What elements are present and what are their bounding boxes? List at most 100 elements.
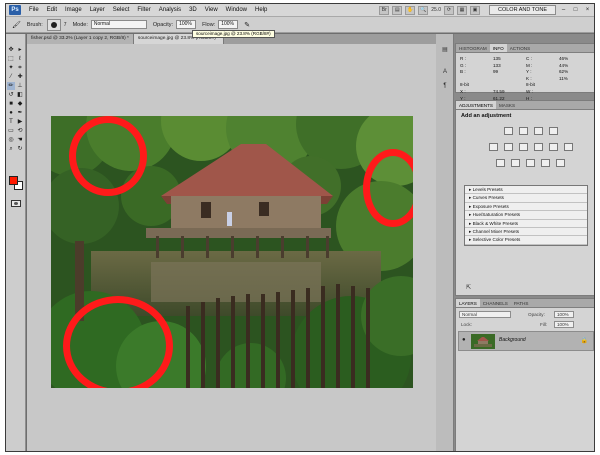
eyedropper-icon[interactable]: ⁄ (7, 73, 15, 81)
marquee-icon[interactable]: ⬚ (7, 55, 15, 63)
preset-item[interactable]: ▸ Channel Mixer Presets (465, 228, 587, 237)
vibrance-icon[interactable] (489, 143, 498, 151)
tab-actions[interactable]: ACTIONS (507, 44, 533, 52)
move-tool-icon[interactable]: ✥ (7, 46, 15, 54)
blend-mode-dropdown[interactable]: Normal (459, 311, 511, 318)
heal-icon[interactable]: ✚ (16, 73, 24, 81)
stamp-icon[interactable]: ⊥ (16, 82, 24, 90)
restore-button[interactable]: □ (571, 6, 580, 15)
layer-opacity-field[interactable]: 100% (554, 311, 574, 318)
path-select-icon[interactable]: ▶ (16, 118, 24, 126)
menu-analysis[interactable]: Analysis (159, 7, 181, 13)
blur-icon[interactable]: ◆ (16, 100, 24, 108)
brush-tool-icon[interactable]: 🖌 (12, 21, 21, 29)
lasso-icon[interactable]: ℓ (16, 55, 24, 63)
curves-icon[interactable] (534, 127, 543, 135)
tab-masks[interactable]: MASKS (496, 101, 518, 109)
tab-info[interactable]: INFO (489, 44, 507, 52)
menu-window[interactable]: Window (226, 7, 247, 13)
tab-fisher-psd[interactable]: fisher.psd @ 33.2% (Layer 1 copy 2, RGB/… (27, 34, 134, 44)
bridge-icon[interactable]: Br (379, 5, 390, 15)
color-balance-icon[interactable] (519, 143, 528, 151)
airbrush-icon[interactable]: ✎ (244, 21, 250, 29)
zoom-level[interactable]: 25.0 (431, 7, 441, 13)
preset-item[interactable]: ▸ Black & White Presets (465, 220, 587, 228)
invert-icon[interactable] (496, 159, 505, 167)
hand-tool-icon[interactable]: ☚ (16, 136, 24, 144)
black-white-icon[interactable] (534, 143, 543, 151)
flow-field[interactable]: 100% (218, 20, 239, 29)
layer-name[interactable]: Background (499, 337, 526, 343)
zoom-icon[interactable]: 🔍 (418, 5, 429, 15)
type-icon[interactable]: T (7, 118, 15, 126)
channel-mixer-icon[interactable] (564, 143, 573, 151)
preset-item[interactable]: ▸ Hue/Saturation Presets (465, 211, 587, 220)
threshold-icon[interactable] (526, 159, 535, 167)
arrange-documents-icon[interactable]: ▦ (456, 5, 467, 15)
menu-3d[interactable]: 3D (189, 7, 197, 13)
paragraph-panel-icon[interactable]: ¶ (440, 82, 450, 91)
preset-item[interactable]: ▸ Selective Color Presets (465, 236, 587, 245)
exposure-icon[interactable] (549, 127, 558, 135)
preset-item[interactable]: ▸ Curves Presets (465, 194, 587, 203)
history-panel-icon[interactable]: ▤ (440, 46, 450, 55)
eraser-icon[interactable]: ◧ (16, 91, 24, 99)
photo-filter-icon[interactable] (549, 143, 558, 151)
minibridge-icon[interactable]: ▤ (392, 5, 403, 15)
tab-paths[interactable]: PATHS (511, 299, 532, 307)
pen-icon[interactable]: ✒ (16, 109, 24, 117)
opacity-field[interactable]: 100% (176, 20, 197, 29)
menu-file[interactable]: File (29, 7, 39, 13)
close-button[interactable]: × (583, 6, 592, 15)
3d-rotate-icon[interactable]: ⟲ (16, 127, 24, 135)
posterize-icon[interactable] (511, 159, 520, 167)
rotate-tool-icon[interactable]: ↻ (16, 145, 24, 153)
menu-bar: Ps File Edit Image Layer Select Filter A… (6, 4, 594, 17)
quick-mask-icon[interactable] (11, 200, 21, 207)
quick-select-icon[interactable]: ✦ (7, 64, 15, 72)
mode-dropdown[interactable]: Normal (90, 20, 147, 29)
tab-histogram[interactable]: HISTOGRAM (456, 44, 490, 52)
shape-icon[interactable]: ▭ (7, 127, 15, 135)
preset-item[interactable]: ▸ Levels Presets (465, 186, 587, 195)
menu-layer[interactable]: Layer (90, 7, 105, 13)
zoom-tool-icon[interactable]: ⌕ (7, 145, 15, 153)
character-panel-icon[interactable]: A (440, 68, 450, 77)
levels-icon[interactable] (519, 127, 528, 135)
brightness-contrast-icon[interactable] (504, 127, 513, 135)
tab-layers[interactable]: LAYERS (456, 299, 480, 307)
selective-color-icon[interactable] (556, 159, 565, 167)
layer-fill-field[interactable]: 100% (554, 321, 574, 328)
artboard-tool-icon[interactable]: ▸ (16, 46, 24, 54)
menu-help[interactable]: Help (255, 7, 267, 13)
panel-footer-icon[interactable]: ⇱ (466, 284, 471, 291)
history-brush-icon[interactable]: ↺ (7, 91, 15, 99)
gradient-icon[interactable]: ■ (7, 100, 15, 108)
menu-select[interactable]: Select (113, 7, 130, 13)
preset-item[interactable]: ▸ Exposure Presets (465, 203, 587, 212)
screen-mode-icon[interactable]: ▣ (469, 5, 480, 15)
tab-adjustments[interactable]: ADJUSTMENTS (456, 101, 496, 109)
info-panel: HISTOGRAM INFO ACTIONS R : 135 C : 46% G : 13… (455, 43, 594, 101)
hue-saturation-icon[interactable] (504, 143, 513, 151)
dodge-icon[interactable]: ● (7, 109, 15, 117)
minimize-button[interactable]: – (559, 6, 568, 15)
workspace-switcher[interactable]: COLOR AND TONE (488, 5, 556, 15)
brush-icon[interactable]: ✏ (7, 82, 15, 90)
gradient-map-icon[interactable] (541, 159, 550, 167)
crop-icon[interactable]: ⌗ (16, 64, 24, 72)
menu-filter[interactable]: Filter (137, 7, 150, 13)
hand-icon[interactable]: ✋ (405, 5, 416, 15)
foreground-color-swatch[interactable] (9, 176, 18, 185)
layer-row-background[interactable]: ● Background 🔒 (458, 331, 594, 351)
menu-edit[interactable]: Edit (47, 7, 57, 13)
tab-channels[interactable]: CHANNELS (480, 299, 511, 307)
menu-image[interactable]: Image (65, 7, 82, 13)
info-value: 135 (493, 56, 501, 61)
image-canvas[interactable] (51, 116, 413, 388)
brush-preset-picker[interactable] (46, 18, 61, 31)
visibility-eye-icon[interactable]: ● (462, 337, 466, 343)
rotate-view-icon[interactable]: ⟳ (443, 5, 454, 15)
3d-orbit-icon[interactable]: ◎ (7, 136, 15, 144)
menu-view[interactable]: View (205, 7, 218, 13)
